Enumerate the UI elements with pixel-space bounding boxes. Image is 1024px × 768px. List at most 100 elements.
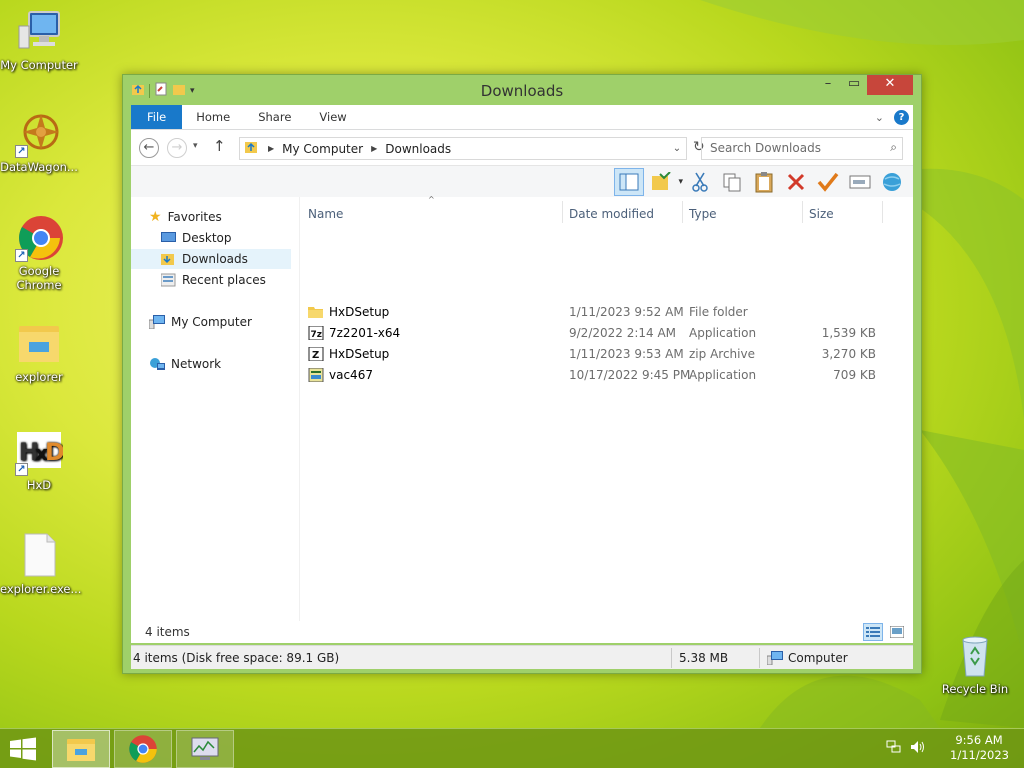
move-to-button[interactable] [646, 168, 676, 196]
select-button[interactable] [813, 168, 843, 196]
clock-time: 9:56 AM [955, 733, 1003, 747]
status-bar: 4 items [131, 621, 913, 643]
chrome-icon [129, 735, 157, 763]
rename-button[interactable] [845, 168, 875, 196]
taskbar-file-explorer[interactable] [52, 730, 110, 768]
desktop-icon-my-computer[interactable]: My Computer [0, 8, 78, 72]
navigation-pane: ★ Favorites Desktop Downloads Recent pla… [131, 197, 291, 643]
column-header-type[interactable]: Type [689, 203, 717, 225]
preview-pane-button[interactable] [614, 168, 645, 196]
taskbar: 9:56 AM 1/11/2023 [0, 728, 1024, 768]
desktop-icon-google-chrome[interactable]: ↗ Google Chrome [0, 214, 78, 292]
desktop-icon-explorer[interactable]: explorer [0, 320, 78, 384]
minimize-button[interactable]: – [815, 75, 841, 95]
column-header-size[interactable]: Size [809, 203, 834, 225]
column-divider[interactable] [882, 201, 883, 223]
column-header-name[interactable]: Name [308, 203, 343, 225]
details-view-icon [866, 627, 880, 637]
taskbar-google-chrome[interactable] [114, 730, 172, 768]
delete-x-icon [787, 173, 805, 191]
move-to-folder-icon [652, 172, 672, 190]
move-to-dropdown-icon[interactable]: ▾ [678, 177, 683, 187]
file-type: Application [689, 368, 757, 382]
address-row: ← → ▾ ↑ ▶ My Computer ▶ Downloads ⌄ ↻ Se… [131, 129, 913, 165]
desktop-icon-label: Google Chrome [16, 264, 62, 292]
back-button[interactable]: ← [139, 138, 159, 158]
file-row[interactable]: vac467 10/17/2022 9:45 PM Application 70… [300, 365, 913, 386]
network-button[interactable] [877, 168, 907, 196]
forward-button[interactable]: → [167, 138, 187, 158]
desktop-icon-explorer-exe[interactable]: explorer.exe... [0, 532, 82, 596]
copy-button[interactable] [717, 168, 747, 196]
column-header-date-modified[interactable]: Date modified [569, 203, 654, 225]
desktop-icon-recycle-bin[interactable]: Recycle Bin [936, 632, 1014, 696]
column-divider[interactable] [562, 201, 563, 223]
volume-icon[interactable] [910, 740, 926, 757]
recent-locations-icon[interactable]: ▾ [193, 141, 198, 151]
downloads-folder-icon [161, 254, 174, 265]
address-bar[interactable]: ▶ My Computer ▶ Downloads ⌄ [239, 137, 687, 160]
network-status-icon[interactable] [886, 740, 902, 757]
tab-view[interactable]: View [305, 105, 360, 129]
tab-file[interactable]: File [131, 105, 183, 129]
search-input[interactable]: Search Downloads [701, 137, 903, 160]
window-title: Downloads [480, 82, 564, 100]
nav-favorites[interactable]: ★ Favorites [149, 207, 222, 227]
nav-recent-places[interactable]: Recent places [161, 270, 266, 290]
chrome-icon: ↗ [15, 214, 63, 262]
desktop-icon-label: explorer.exe... [0, 582, 82, 596]
details-view-button[interactable] [863, 623, 883, 641]
help-icon[interactable]: ? [894, 109, 909, 125]
file-name: 7z2201-x64 [329, 326, 401, 340]
tab-share[interactable]: Share [244, 105, 305, 129]
hxd-icon: H x D ↗ [15, 428, 65, 476]
breadcrumb-separator: ▶ [371, 144, 378, 153]
expand-ribbon-icon[interactable]: ⌄ [875, 111, 884, 124]
computer-icon [15, 8, 63, 56]
clock[interactable]: 9:56 AM 1/11/2023 [950, 733, 1009, 763]
desktop-icon-datawagon[interactable]: ↗ DataWagon... [0, 110, 78, 174]
clock-date: 1/11/2023 [950, 748, 1009, 762]
tab-home[interactable]: Home [182, 105, 244, 129]
content-area: ★ Favorites Desktop Downloads Recent pla… [131, 195, 913, 643]
file-date: 9/2/2022 2:14 AM [569, 326, 677, 340]
maximize-button[interactable]: ▭ [841, 75, 867, 95]
nav-desktop[interactable]: Desktop [161, 228, 285, 248]
nav-downloads[interactable]: Downloads [131, 249, 291, 269]
delete-button[interactable] [781, 168, 811, 196]
column-divider[interactable] [802, 201, 803, 223]
up-arrow-icon[interactable]: ↑ [213, 137, 226, 155]
monitor-chart-icon [191, 737, 219, 760]
address-history-dropdown-icon[interactable]: ⌄ [668, 143, 686, 154]
desktop-icon-hxd[interactable]: H x D ↗ HxD [0, 428, 78, 492]
status-divider [671, 648, 672, 668]
file-size: 3,270 KB [821, 347, 876, 361]
close-button[interactable]: ✕ [867, 75, 913, 95]
file-type: zip Archive [689, 347, 755, 361]
title-bar[interactable]: ▾ Downloads – ▭ ✕ [123, 75, 921, 105]
disk-free-status: 4 items (Disk free space: 89.1 GB) [133, 651, 340, 665]
file-list: ^ Name Date modified Type Size HxDSetup … [299, 195, 913, 643]
file-size: 1,539 KB [821, 326, 876, 340]
desktop-icon-label: Recycle Bin [941, 682, 1009, 696]
desktop-icon-label: DataWagon... [0, 160, 78, 174]
column-divider[interactable] [682, 201, 683, 223]
command-toolbar: ▾ [131, 165, 913, 197]
breadcrumb-my-computer[interactable]: My Computer [282, 142, 363, 156]
nav-network[interactable]: Network [149, 354, 221, 374]
file-row[interactable]: HxDSetup 1/11/2023 9:52 AM File folder [300, 302, 913, 323]
paste-button[interactable] [749, 168, 779, 196]
breadcrumb-downloads[interactable]: Downloads [385, 142, 451, 156]
selection-size: 5.38 MB [679, 651, 729, 665]
file-row[interactable]: Z HxDSetup 1/11/2023 9:53 AM zip Archive… [300, 344, 913, 365]
taskbar-task-manager[interactable] [176, 730, 234, 768]
nav-my-computer[interactable]: My Computer [149, 312, 252, 332]
large-icons-view-button[interactable] [887, 623, 907, 641]
checkmark-icon [817, 172, 839, 192]
svg-text:Z: Z [312, 350, 319, 361]
start-button[interactable] [8, 737, 38, 761]
cut-button[interactable] [685, 168, 715, 196]
globe-icon [883, 173, 901, 191]
file-row[interactable]: 7z 7z2201-x64 9/2/2022 2:14 AM Applicati… [300, 323, 913, 344]
network-icon [150, 358, 165, 370]
